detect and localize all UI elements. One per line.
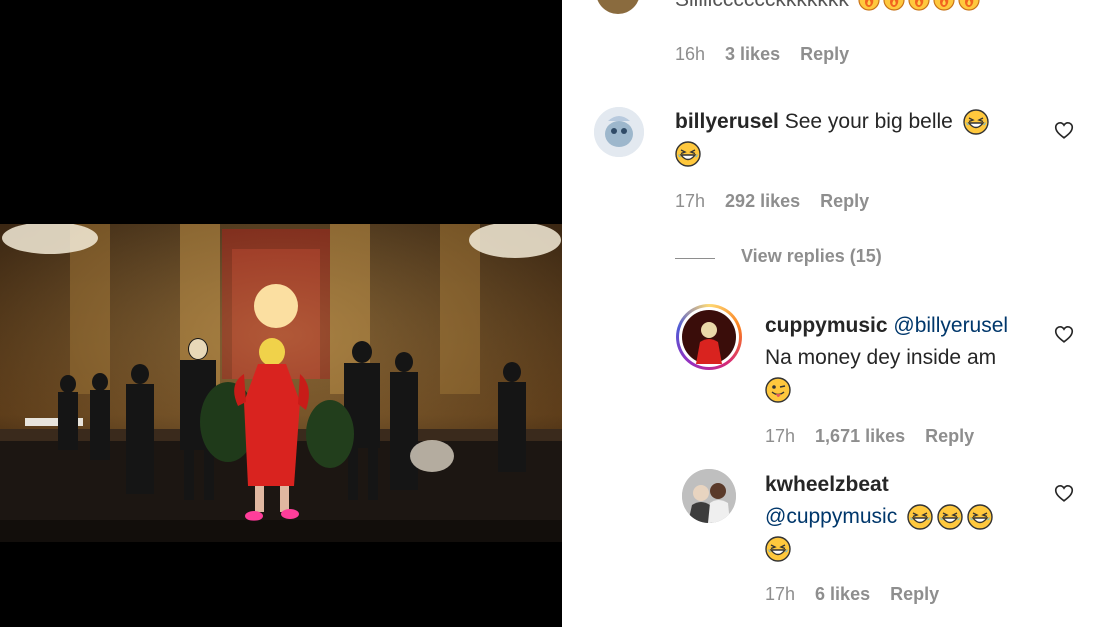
- post-media[interactable]: [0, 0, 562, 627]
- fire-emoji: [908, 0, 930, 11]
- laughing-emoji: [765, 536, 791, 562]
- comment-likes[interactable]: 292 likes: [725, 191, 800, 211]
- reply-mention-link[interactable]: @billyerusel: [893, 314, 1008, 337]
- winking-tongue-emoji: [765, 377, 791, 403]
- reply-username[interactable]: cuppymusic: [765, 314, 888, 337]
- commenter-avatar[interactable]: [596, 0, 640, 14]
- heart-icon[interactable]: [1053, 119, 1075, 141]
- commenter-avatar[interactable]: [594, 107, 644, 157]
- reply-text-body: Na money dey inside am: [765, 346, 997, 369]
- comment-meta: 17h 292 likes Reply: [675, 191, 889, 212]
- heart-icon[interactable]: [1053, 323, 1075, 345]
- reply-time[interactable]: 17h: [765, 584, 795, 604]
- comment-meta: 16h 3 likes Reply: [675, 44, 869, 65]
- comment-text-body: See your big belle: [784, 110, 953, 133]
- reply-avatar[interactable]: [676, 304, 742, 370]
- reply-avatar[interactable]: [682, 469, 736, 523]
- comments-panel: Siiiiicccccckkkkkkk 16h 3 likes Reply bill…: [562, 0, 1120, 627]
- reply-text: cuppymusic @billyerusel Na money dey ins…: [765, 310, 1055, 406]
- reply-text: kwheelzbeat @cuppymusic: [765, 469, 1055, 565]
- reply-meta: 17h 6 likes Reply: [765, 584, 959, 605]
- reply-button[interactable]: Reply: [820, 191, 869, 211]
- comment-likes[interactable]: 3 likes: [725, 44, 780, 64]
- comment-username[interactable]: billyerusel: [675, 110, 779, 133]
- reply-time[interactable]: 17h: [765, 426, 795, 446]
- comment-time[interactable]: 17h: [675, 191, 705, 211]
- comment-text-body: Siiiiicccccckkkkkkk: [675, 0, 849, 11]
- view-replies-line: [675, 258, 715, 259]
- fire-emoji: [883, 0, 905, 11]
- laughing-emoji: [963, 109, 989, 135]
- heart-icon[interactable]: [1053, 482, 1075, 504]
- fire-emoji: [933, 0, 955, 11]
- avatar-image: [594, 107, 644, 157]
- laughing-emoji: [967, 504, 993, 530]
- laughing-emoji: [937, 504, 963, 530]
- laughing-emoji: [675, 141, 701, 167]
- comment-text: billyerusel See your big belle: [675, 106, 1015, 170]
- music-video-frame: [0, 224, 562, 542]
- reply-button[interactable]: Reply: [800, 44, 849, 64]
- comment-text: Siiiiicccccckkkkkkk: [675, 0, 980, 16]
- avatar-image: [682, 310, 736, 364]
- view-replies-button[interactable]: View replies (15): [741, 246, 882, 267]
- reply-meta: 17h 1,671 likes Reply: [765, 426, 994, 447]
- reply-username[interactable]: kwheelzbeat: [765, 473, 889, 496]
- laughing-emoji: [907, 504, 933, 530]
- fire-emoji: [858, 0, 880, 11]
- reply-likes[interactable]: 6 likes: [815, 584, 870, 604]
- fire-emoji: [958, 0, 980, 11]
- avatar-image: [682, 469, 736, 523]
- comment-time[interactable]: 16h: [675, 44, 705, 64]
- reply-likes[interactable]: 1,671 likes: [815, 426, 905, 446]
- reply-button[interactable]: Reply: [890, 584, 939, 604]
- reply-button[interactable]: Reply: [925, 426, 974, 446]
- reply-mention-link[interactable]: @cuppymusic: [765, 505, 897, 528]
